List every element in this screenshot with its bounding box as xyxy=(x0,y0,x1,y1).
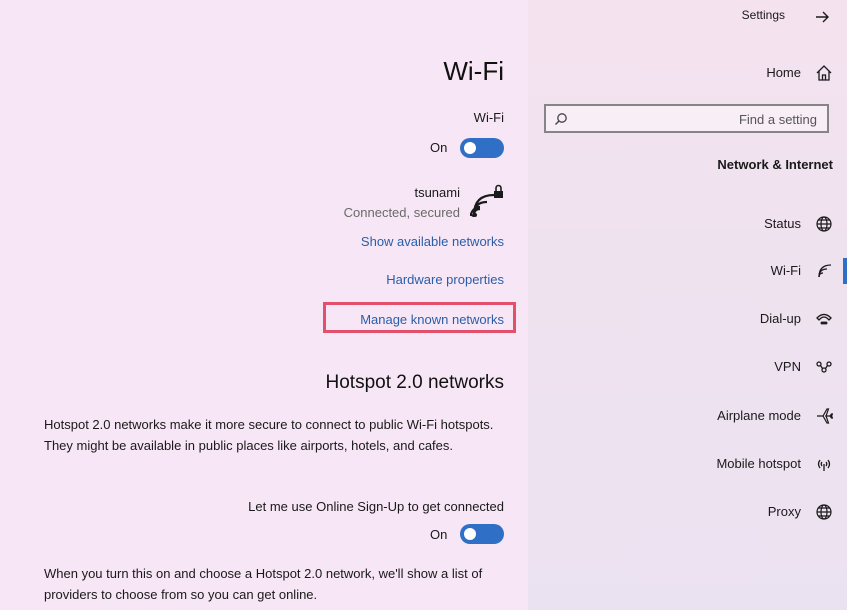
globe-icon xyxy=(816,504,832,520)
sidebar-item-label: Proxy xyxy=(767,504,801,519)
active-indicator xyxy=(843,258,847,284)
sidebar-item-label: Wi-Fi xyxy=(770,263,801,278)
wifi-secured-icon xyxy=(470,184,503,218)
sidebar-item-wifi[interactable]: Wi-Fi xyxy=(528,256,847,286)
show-available-networks-link[interactable]: Show available networks xyxy=(361,234,504,249)
back-label: Settings xyxy=(741,8,785,22)
toggle-knob xyxy=(464,142,476,154)
sidebar-section-heading: Network & Internet xyxy=(717,157,833,172)
hotspot-section-title: Hotspot 2.0 networks xyxy=(325,372,504,393)
wifi-toggle[interactable] xyxy=(460,138,504,158)
search-input[interactable]: Find a setting xyxy=(544,104,829,133)
wifi-icon xyxy=(818,264,832,278)
airplane-icon xyxy=(817,408,833,424)
signup-toggle[interactable] xyxy=(460,524,504,544)
back-button[interactable]: Settings xyxy=(528,2,847,32)
wifi-label: Wi-Fi xyxy=(473,110,504,125)
dialup-icon xyxy=(816,313,832,325)
wifi-toggle-state: On xyxy=(430,140,448,155)
network-status: Connected, secured xyxy=(343,205,460,220)
back-arrow-icon xyxy=(816,11,829,23)
manage-known-networks-link[interactable]: Manage known networks xyxy=(360,312,504,327)
page-title: Wi-Fi xyxy=(443,56,504,86)
network-name[interactable]: tsunami xyxy=(414,185,460,200)
home-label: Home xyxy=(766,65,801,80)
sidebar-item-label: Dial-up xyxy=(759,311,801,326)
sidebar-item-label: Status xyxy=(764,216,801,231)
signup-toggle-state: On xyxy=(430,527,448,542)
hardware-properties-link[interactable]: Hardware properties xyxy=(386,272,504,287)
hotspot-icon xyxy=(817,459,831,471)
sidebar-item-label: Airplane mode xyxy=(717,408,801,423)
toggle-knob xyxy=(464,528,476,540)
main-content: Wi-Fi Wi-Fi On tsunami Connected, secure… xyxy=(0,0,528,610)
sidebar-item-mobile-hotspot[interactable]: Mobile hotspot xyxy=(528,449,847,479)
sidebar-item-proxy[interactable]: Proxy xyxy=(528,497,847,527)
home-button[interactable]: Home xyxy=(528,58,847,88)
home-icon xyxy=(816,65,832,81)
vpn-icon xyxy=(816,361,832,373)
sidebar-item-label: VPN xyxy=(774,359,801,374)
hotspot-footer-text: When you turn this on and choose a Hotsp… xyxy=(44,566,483,602)
search-placeholder: Find a setting xyxy=(738,112,817,127)
sidebar-item-airplane[interactable]: Airplane mode xyxy=(528,401,847,431)
hotspot-description: Hotspot 2.0 networks make it more secure… xyxy=(44,417,494,453)
sidebar-item-status[interactable]: Status xyxy=(528,209,847,239)
signup-label: Let me use Online Sign-Up to get connect… xyxy=(248,499,504,514)
sidebar-item-dialup[interactable]: Dial-up xyxy=(528,304,847,334)
sidebar-item-label: Mobile hotspot xyxy=(716,456,801,471)
sidebar-item-vpn[interactable]: VPN xyxy=(528,352,847,382)
search-icon xyxy=(555,113,567,125)
globe-icon xyxy=(816,216,832,232)
